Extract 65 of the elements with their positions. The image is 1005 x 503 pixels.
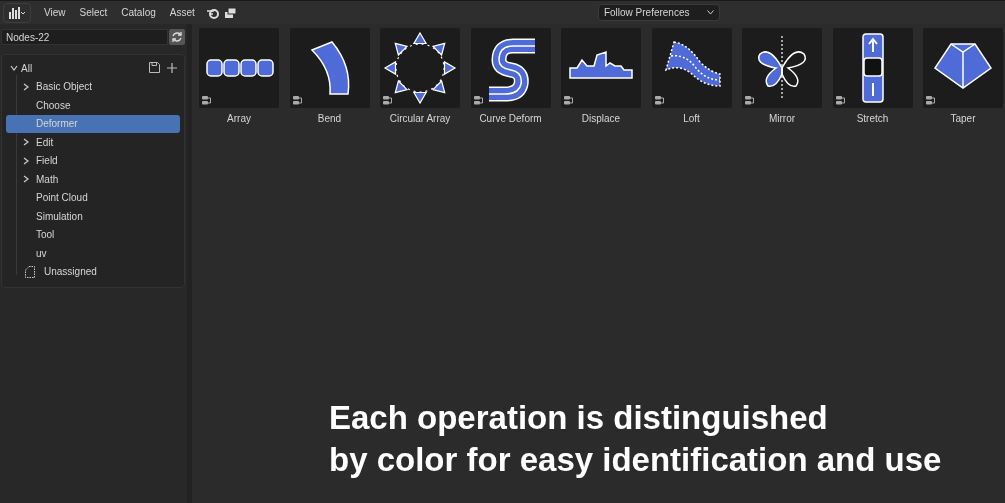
tree-item[interactable]: Tool [6, 225, 180, 244]
asset-thumbnail[interactable] [470, 28, 551, 108]
tree-item[interactable]: Unassigned [5, 262, 181, 281]
asset-name: Displace [581, 113, 621, 124]
refresh-icon[interactable] [169, 29, 185, 45]
asset-thumbnail[interactable] [380, 28, 460, 108]
asset-name: Loft [683, 113, 700, 124]
menu-item[interactable]: Asset [162, 7, 202, 18]
tree-item[interactable]: All [5, 59, 181, 78]
chevron-icon [22, 175, 30, 184]
tree-item[interactable]: Edit [6, 133, 180, 152]
asset-name: Taper [950, 113, 976, 124]
editor-type-icon [8, 5, 26, 20]
asset-preview-icon [933, 43, 993, 89]
asset-name: Bend [317, 113, 342, 124]
tree-item[interactable]: Simulation [6, 207, 180, 226]
asset-thumbnail[interactable] [923, 28, 1003, 108]
tree-item[interactable]: Point Cloud [6, 188, 180, 207]
asset-preview-icon [487, 38, 536, 102]
library-dropdown[interactable]: Nodes-22 [1, 29, 168, 45]
node-group-icon [473, 96, 484, 105]
node-group-icon [926, 96, 936, 105]
import-method-dropdown[interactable]: Follow Preferences [597, 4, 720, 21]
asset-thumbnail[interactable] [199, 28, 279, 108]
node-group-icon [383, 96, 393, 105]
caption-text: Each operation is distinguished [329, 398, 829, 438]
asset-preview-icon [310, 41, 349, 95]
asset-name: Circular Array [389, 113, 451, 124]
tree-item[interactable]: Choose [6, 96, 180, 115]
node-group-icon [654, 96, 665, 105]
caret-icon [706, 10, 714, 15]
asset-preview-icon [206, 59, 274, 77]
tree-item[interactable]: uv [6, 244, 180, 263]
stack-icon[interactable] [223, 6, 237, 19]
asset-thumbnail[interactable] [742, 28, 822, 108]
asset-preview-icon [569, 50, 633, 79]
node-group-icon [745, 96, 755, 105]
asset-thumbnail[interactable] [651, 28, 732, 108]
asset-thumbnail[interactable] [561, 28, 641, 108]
tree-item[interactable]: Basic Object [6, 77, 180, 96]
menu-item[interactable]: Select [72, 7, 115, 18]
asset-thumbnail[interactable] [832, 28, 913, 108]
caption-text: by color for easy identification and use [329, 440, 943, 480]
plus-icon[interactable] [167, 63, 177, 73]
tree-item[interactable]: Deformer [6, 114, 180, 133]
asset-preview-icon [664, 41, 721, 87]
node-group-icon [292, 96, 303, 105]
asset-preview-icon [758, 35, 806, 101]
asset-thumbnail[interactable] [289, 28, 370, 108]
asset-preview-icon [861, 33, 884, 103]
page-icon [25, 265, 35, 278]
node-group-icon [202, 96, 212, 105]
asset-name: Mirror [768, 113, 796, 124]
asset-name: Curve Deform [479, 113, 542, 124]
tree-item[interactable]: Math [6, 170, 180, 189]
asset-preview-icon [383, 31, 457, 105]
asset-name: Stretch [856, 113, 889, 124]
menu-item[interactable]: Catalog [114, 7, 163, 18]
node-group-icon [564, 96, 574, 105]
asset-name: Array [227, 113, 251, 124]
editor-type-button[interactable] [3, 2, 31, 23]
node-group-icon [835, 96, 846, 105]
save-icon[interactable] [149, 62, 160, 73]
tree-item[interactable]: Field [6, 151, 180, 170]
menu-item[interactable]: View [37, 7, 73, 18]
